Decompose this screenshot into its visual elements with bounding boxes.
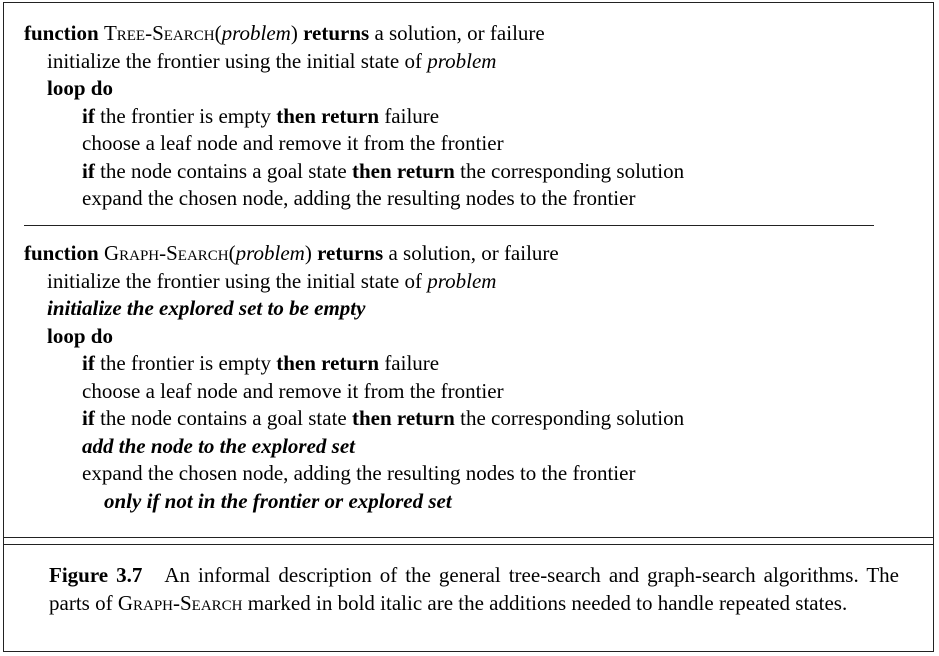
pseudocode-line: function Graph-Search(problem) returns a… [24,240,684,268]
graph-search-pseudocode: function Graph-Search(problem) returns a… [24,240,684,515]
added-step: initialize the explored set to be empty [47,296,366,320]
keyword: if [82,406,95,430]
code-text: a solution, or failure [383,241,559,265]
code-text: failure [379,103,440,128]
keyword: then return [352,158,455,183]
keyword: if [82,103,95,128]
code-text: expand the chosen node, adding the resul… [82,461,636,485]
added-step: add the node to the explored set [82,433,355,458]
keyword: returns [303,21,370,45]
pseudocode-line: add the node to the explored set [24,433,684,461]
caption-rule-bottom [3,544,934,545]
algorithm-name: Graph-Search [103,241,229,265]
keyword: returns [317,241,384,265]
keyword: loop do [47,76,113,100]
code-text: expand the chosen node, adding the resul… [82,186,636,210]
variable: problem [221,21,291,45]
variable: problem [427,48,497,73]
algorithm-name: Tree-Search [103,21,215,45]
keyword: function [24,241,104,265]
figure-label: Figure 3.7 [49,563,143,587]
pseudocode-line: if the node contains a goal state then r… [24,405,684,433]
pseudocode-line: function Tree-Search(problem) returns a … [24,20,684,48]
pseudocode-line: if the frontier is empty then return fai… [24,350,684,378]
code-text: failure [379,351,440,375]
pseudocode-line: loop do [24,75,684,103]
pseudocode-line: expand the chosen node, adding the resul… [24,460,684,488]
keyword: then return [352,406,455,430]
code-text: choose a leaf node and remove it from th… [82,378,504,403]
algorithm-separator [24,225,874,226]
pseudocode-line: only if not in the frontier or explored … [24,488,684,516]
keyword: then return [276,351,380,375]
caption-rule-top [3,537,934,538]
code-text: the corresponding solution [454,158,685,183]
keyword: then return [276,103,380,128]
code-text: the corresponding solution [454,406,685,430]
variable: problem [235,241,305,265]
caption-text-after: marked in bold italic are the additions … [242,591,848,615]
pseudocode-line: loop do [24,323,684,351]
pseudocode-line: initialize the frontier using the initia… [24,268,684,296]
pseudocode-line: choose a leaf node and remove it from th… [24,378,684,406]
code-text: initialize the frontier using the initia… [47,268,428,293]
caption-algorithm-name: Graph-Search [117,591,243,615]
code-text: ) [290,21,304,45]
code-text: ( [214,21,222,45]
code-text: a solution, or failure [369,21,545,45]
code-text: the frontier is empty [94,351,277,375]
pseudocode-line: choose a leaf node and remove it from th… [24,130,684,158]
code-text: the node contains a goal state [94,158,352,183]
pseudocode-line: expand the chosen node, adding the resul… [24,185,684,213]
variable: problem [427,268,497,293]
keyword: function [24,21,104,45]
pseudocode-line: initialize the explored set to be empty [24,295,684,323]
code-text: ) [304,241,318,265]
keyword: if [82,351,95,375]
code-text: the frontier is empty [94,103,277,128]
pseudocode-line: if the node contains a goal state then r… [24,158,684,186]
code-text: initialize the frontier using the initia… [47,48,428,73]
pseudocode-line: if the frontier is empty then return fai… [24,103,684,131]
figure-caption: Figure 3.7 An informal description of the… [49,561,899,617]
keyword: loop do [47,323,113,348]
pseudocode-line: initialize the frontier using the initia… [24,48,684,76]
code-text: ( [228,241,236,265]
added-step: only if not in the frontier or explored … [104,488,452,513]
code-text: the node contains a goal state [94,406,352,430]
tree-search-pseudocode: function Tree-Search(problem) returns a … [24,20,684,213]
code-text: choose a leaf node and remove it from th… [82,131,504,155]
keyword: if [82,158,95,183]
